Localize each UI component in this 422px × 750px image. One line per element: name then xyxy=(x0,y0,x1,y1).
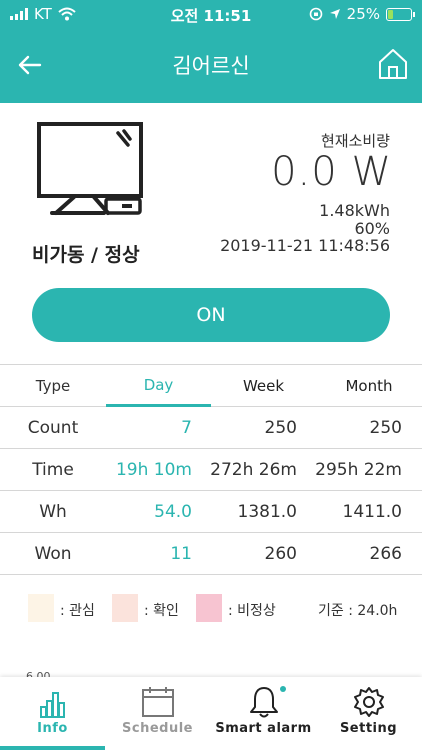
row-label: Won xyxy=(34,544,72,564)
tv-icon xyxy=(34,121,146,221)
interest-label: : 관심 xyxy=(60,603,95,619)
usage-stats-table: Type Day Week Month Count 7 250 250 Time… xyxy=(0,364,422,575)
row-label: Count xyxy=(27,418,79,438)
measured-datetime: 2019-11-21 11:48:56 xyxy=(220,236,390,255)
day-value: 11 xyxy=(170,544,192,564)
month-value: 295h 22m xyxy=(315,460,402,480)
table-row: Won 11 260 266 xyxy=(0,533,422,575)
app-bar: 김어르신 xyxy=(0,30,422,103)
nav-info-label: Info xyxy=(37,721,68,736)
week-value: 250 xyxy=(264,418,297,438)
battery-percent: 25% xyxy=(346,5,380,23)
type-header: Type xyxy=(35,377,71,395)
energy-value: 1.48kWh xyxy=(319,201,390,220)
status-bar: KT 오전 11:51 25% xyxy=(0,0,422,30)
power-on-button[interactable]: ON xyxy=(32,288,390,342)
tab-month[interactable]: Month xyxy=(316,365,422,407)
week-value: 1381.0 xyxy=(237,502,297,522)
nav-schedule-label: Schedule xyxy=(122,721,193,736)
table-row: Time 19h 10m 272h 26m 295h 22m xyxy=(0,449,422,491)
day-value: 7 xyxy=(181,418,192,438)
alarm-notification-dot xyxy=(280,686,286,692)
device-info: 비가동 / 정상 현재소비량 0.0 W 1.48kWh 60% 2019-11… xyxy=(0,103,422,273)
tab-week[interactable]: Week xyxy=(211,365,316,407)
day-value: 19h 10m xyxy=(115,460,192,480)
interest-swatch xyxy=(28,594,54,622)
gear-icon xyxy=(353,687,384,717)
consumption-label: 현재소비량 xyxy=(320,132,390,150)
nav-schedule[interactable]: Schedule xyxy=(105,677,210,750)
baseline-label: 기준 : 24.0h xyxy=(318,603,398,619)
home-button[interactable] xyxy=(378,48,410,82)
confirm-swatch xyxy=(112,594,138,622)
calendar-icon xyxy=(141,687,174,717)
week-value: 272h 26m xyxy=(210,460,297,480)
month-value: 266 xyxy=(369,544,402,564)
table-row: Wh 54.0 1381.0 1411.0 xyxy=(0,491,422,533)
week-value: 260 xyxy=(264,544,297,564)
nav-setting[interactable]: Setting xyxy=(316,677,421,750)
day-value: 54.0 xyxy=(154,502,192,522)
bar-chart-icon xyxy=(39,692,65,718)
battery-icon xyxy=(386,7,415,21)
confirm-label: : 확인 xyxy=(144,603,179,619)
nav-setting-label: Setting xyxy=(339,721,398,736)
location-icon xyxy=(329,9,340,19)
nav-smart-alarm[interactable]: Smart alarm xyxy=(211,677,316,750)
home-icon xyxy=(379,49,407,79)
abnormal-swatch xyxy=(196,594,222,622)
nav-info[interactable]: Info xyxy=(0,677,105,750)
bell-icon xyxy=(249,687,278,718)
table-row: Count 7 250 250 xyxy=(0,407,422,449)
device-state: 비가동 / 정상 xyxy=(32,244,140,266)
month-value: 1411.0 xyxy=(342,502,402,522)
active-indicator xyxy=(0,746,105,750)
battery-fill xyxy=(388,9,394,19)
lock-rotation-icon xyxy=(309,7,322,21)
row-label: Wh xyxy=(39,502,67,522)
period-tabs: Type Day Week Month xyxy=(0,365,422,407)
page-title: 김어르신 xyxy=(172,54,250,78)
tab-day[interactable]: Day xyxy=(106,365,211,407)
nav-smart-alarm-label: Smart alarm xyxy=(215,721,312,736)
bottom-navigation: Info Schedule Smart alarm Setting xyxy=(0,677,422,750)
abnormal-label: : 비정상 xyxy=(228,603,276,619)
current-power: 0.0 W xyxy=(271,149,392,195)
top-bar: KT 오전 11:51 25% 김어르신 xyxy=(0,0,422,103)
legend: : 관심 : 확인 : 비정상 기준 : 24.0h xyxy=(0,594,422,624)
row-label: Time xyxy=(32,460,74,480)
month-value: 250 xyxy=(369,418,402,438)
